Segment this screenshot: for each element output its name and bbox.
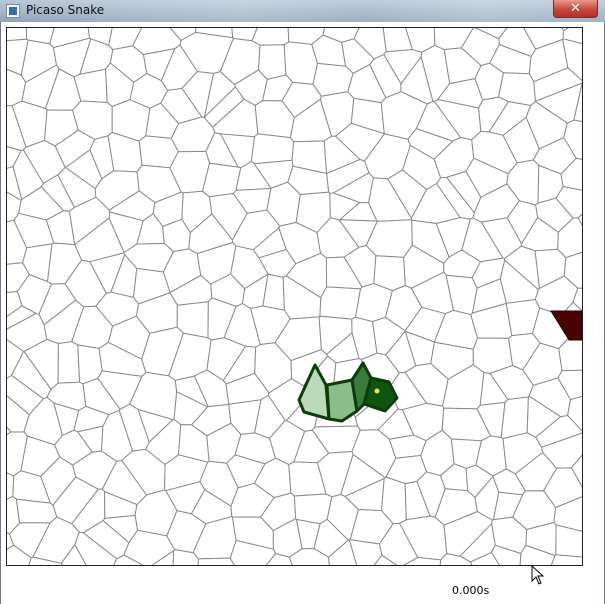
close-button[interactable]: ✕ — [553, 0, 598, 18]
grid-cell — [500, 396, 529, 440]
grid-cell — [7, 28, 28, 42]
window-title: Picaso Snake — [26, 3, 105, 17]
grid-cell — [251, 28, 290, 46]
grid-cell — [319, 286, 362, 320]
grid-cell — [293, 493, 333, 525]
mouse-pointer-icon — [531, 565, 545, 585]
grid-cell — [555, 524, 582, 558]
snake-eye — [374, 388, 380, 394]
grid-cell — [250, 133, 295, 165]
voronoi-grid — [7, 28, 582, 565]
title-bar[interactable]: Picaso Snake ✕ — [0, 0, 605, 22]
app-icon — [6, 4, 20, 18]
elapsed-time: 0.000s — [452, 584, 490, 597]
close-icon: ✕ — [570, 1, 581, 16]
grid-cell — [57, 341, 81, 384]
grid-cells — [7, 28, 582, 565]
status-bar — [1, 567, 604, 604]
grid-cell — [312, 62, 354, 97]
game-board[interactable] — [6, 27, 583, 566]
grid-cell — [15, 498, 58, 524]
